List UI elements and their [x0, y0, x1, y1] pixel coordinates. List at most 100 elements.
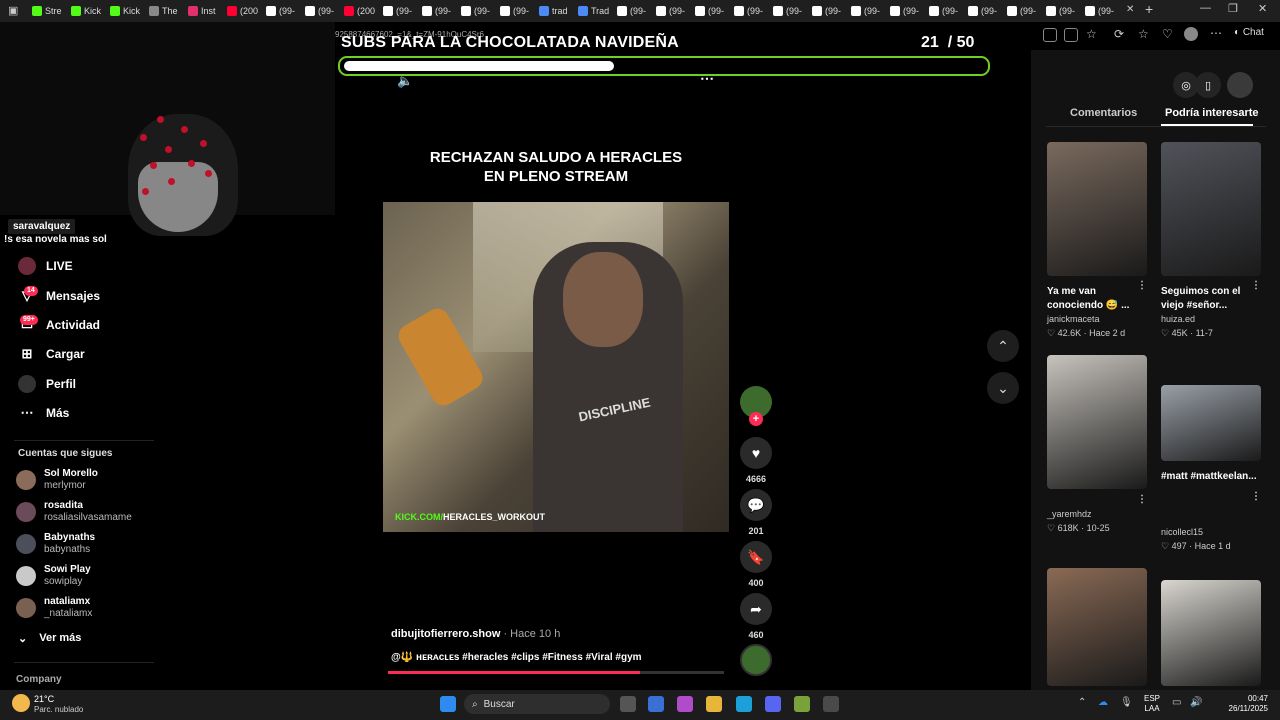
file-explorer-icon[interactable] — [706, 696, 722, 712]
browser-tab[interactable]: (99- — [890, 2, 927, 20]
followed-account[interactable]: Sol Morello merlymor — [16, 468, 98, 492]
video-author[interactable]: dibujitofierrero.show · Hace 10 h — [391, 628, 560, 640]
music-disc-avatar[interactable] — [740, 644, 772, 676]
followed-account[interactable]: rosadita rosaliasilvasamame — [16, 500, 132, 524]
followed-account[interactable]: Babynaths babynaths — [16, 532, 95, 556]
device-icon[interactable]: ▯ — [1195, 72, 1221, 98]
browser-tab[interactable]: Trad — [578, 2, 615, 20]
sidebar-item-more[interactable]: ⋯ Más — [18, 404, 70, 422]
next-video-button[interactable]: ⌄ — [987, 372, 1019, 404]
browser-tab[interactable]: (99- — [851, 2, 888, 20]
browser-tab[interactable]: (99- — [1007, 2, 1044, 20]
suggested-video-author[interactable]: huiza.ed — [1161, 314, 1195, 324]
browser-tab[interactable]: (99- — [734, 2, 771, 20]
copilot-chat-button[interactable]: ◐ Chat — [1234, 27, 1264, 38]
favorite-star-icon[interactable]: ☆ — [1086, 27, 1097, 41]
close-window-icon[interactable]: ✕ — [1258, 2, 1267, 15]
browser-tab[interactable]: (99- — [461, 2, 498, 20]
windows-start-icon[interactable] — [440, 696, 456, 712]
suggested-video-thumbnail[interactable] — [1047, 142, 1147, 276]
browser-tab[interactable]: Stre — [32, 2, 69, 20]
browser-tab[interactable]: (99- — [773, 2, 810, 20]
app-icon[interactable] — [823, 696, 839, 712]
input-language[interactable]: ESP LAA — [1144, 694, 1160, 714]
extensions-icon[interactable]: ⟳ — [1114, 27, 1124, 41]
translate-icon[interactable] — [1064, 28, 1078, 42]
browser-tab[interactable]: (99- — [500, 2, 537, 20]
suggested-video-thumbnail[interactable] — [1047, 568, 1147, 686]
sidebar-item-live[interactable]: LIVE — [18, 257, 73, 275]
followed-account[interactable]: Sowi Play sowiplay — [16, 564, 91, 588]
profile-avatar[interactable] — [1184, 27, 1198, 41]
suggested-video-title[interactable]: Seguimos con el viejo #señor... — [1161, 285, 1265, 313]
browser-tab[interactable]: Kick — [110, 2, 147, 20]
browser-tab[interactable]: (200 — [227, 2, 264, 20]
suggested-video-thumbnail[interactable] — [1161, 385, 1261, 461]
browser-tab[interactable]: (99- — [305, 2, 342, 20]
new-tab-button[interactable]: + — [1145, 1, 1153, 17]
sidebar-item-profile[interactable]: Perfil — [18, 375, 76, 393]
tab-comments[interactable]: Comentarios — [1070, 107, 1137, 119]
suggested-video-title[interactable]: Ya me van conociendo 😅 ... — [1047, 285, 1151, 313]
browser-tab[interactable]: trad — [539, 2, 576, 20]
video-player[interactable]: DISCIPLINE KICK.COM/HERACLES_WORKOUT — [383, 202, 729, 532]
browser-essentials-icon[interactable]: ♡ — [1162, 27, 1173, 41]
card-more-icon[interactable]: ⋮ — [1137, 280, 1147, 291]
favorites-icon[interactable]: ☆ — [1138, 27, 1149, 41]
see-more-button[interactable]: ⌄ Ver más — [18, 632, 81, 645]
browser-tab[interactable]: Inst — [188, 2, 225, 20]
browser-tab[interactable]: (99- — [1085, 2, 1122, 20]
video-progress-bar[interactable] — [388, 671, 724, 674]
save-button[interactable]: 🔖 400 — [740, 541, 772, 588]
like-button[interactable]: ♥ 4666 — [740, 437, 772, 484]
user-avatar[interactable] — [1227, 72, 1253, 98]
open-in-app-icon[interactable] — [1043, 28, 1057, 42]
store-icon[interactable] — [648, 696, 664, 712]
suggested-video-author[interactable]: janickmaceta — [1047, 314, 1100, 324]
microphone-icon[interactable]: 🎙 — [1120, 697, 1133, 708]
task-view-icon[interactable] — [620, 696, 636, 712]
browser-tab[interactable]: (99- — [929, 2, 966, 20]
tab-close-icon[interactable]: ✕ — [1126, 4, 1134, 15]
tab-suggested[interactable]: Podría interesarte — [1165, 107, 1259, 119]
sidebar-item-upload[interactable]: ⊞ Cargar — [18, 345, 85, 363]
edge-icon[interactable] — [736, 696, 752, 712]
browser-tab[interactable]: (99- — [812, 2, 849, 20]
suggested-video-thumbnail[interactable] — [1161, 142, 1261, 276]
browser-tab[interactable]: Kick — [71, 2, 108, 20]
onedrive-icon[interactable]: ☁ — [1098, 697, 1108, 708]
card-more-icon[interactable]: ⋮ — [1137, 494, 1147, 505]
clock[interactable]: 00:47 26/11/2025 — [1224, 694, 1268, 714]
suggested-video-author[interactable]: _yaremhdz — [1047, 509, 1092, 519]
tab-actions-icon[interactable]: ▣ — [8, 4, 18, 17]
video-hashtags[interactable]: @🔱 ʜᴇʀᴀᴄʟᴇs #heracles #clips #Fitness #V… — [391, 652, 642, 663]
weather-icon[interactable] — [12, 694, 30, 712]
weather-temperature[interactable]: 21°C — [34, 694, 54, 704]
card-more-icon[interactable]: ⋮ — [1251, 491, 1261, 502]
speaker-icon[interactable]: 🔊 — [1190, 697, 1202, 708]
copilot-icon[interactable] — [677, 696, 693, 712]
suggested-video-thumbnail[interactable] — [1161, 580, 1261, 686]
browser-tab[interactable]: (99- — [968, 2, 1005, 20]
network-icon[interactable]: ▭ — [1172, 697, 1181, 708]
tray-chevron-icon[interactable]: ⌃ — [1078, 697, 1086, 708]
minimize-icon[interactable]: — — [1200, 2, 1211, 14]
settings-more-icon[interactable]: ⋯ — [1210, 26, 1222, 40]
video-more-icon[interactable]: ⋯ — [700, 70, 714, 87]
volume-icon[interactable]: 🔈 — [397, 73, 413, 89]
follow-plus-icon[interactable]: + — [749, 412, 763, 426]
comment-button[interactable]: 💬 201 — [740, 489, 772, 536]
suggested-video-thumbnail[interactable] — [1047, 355, 1147, 489]
discord-icon[interactable] — [765, 696, 781, 712]
app-icon[interactable] — [794, 696, 810, 712]
browser-tab[interactable]: (99- — [383, 2, 420, 20]
browser-tab[interactable]: (99- — [695, 2, 732, 20]
card-more-icon[interactable]: ⋮ — [1251, 280, 1261, 291]
browser-tab[interactable]: (200 — [344, 2, 381, 20]
share-button[interactable]: ➦ 460 — [740, 593, 772, 640]
browser-tab[interactable]: (99- — [422, 2, 459, 20]
browser-tab[interactable]: The — [149, 2, 186, 20]
browser-tab[interactable]: (99- — [1046, 2, 1083, 20]
browser-tab[interactable]: (99- — [617, 2, 654, 20]
company-link[interactable]: Company — [16, 674, 62, 685]
